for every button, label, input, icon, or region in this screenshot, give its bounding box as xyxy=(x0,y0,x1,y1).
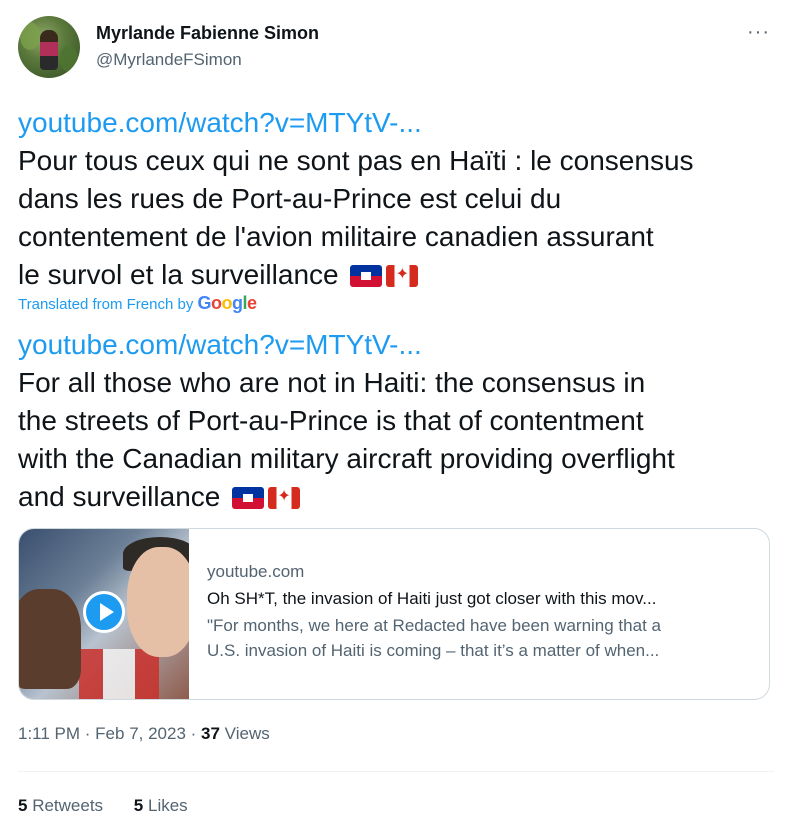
thumbnail-person-right xyxy=(127,547,189,657)
separator: · xyxy=(80,724,96,743)
likes-stat[interactable]: 5 Likes xyxy=(134,796,188,815)
text-line: For all those who are not in Haiti: the … xyxy=(18,367,646,398)
google-logo: Google xyxy=(197,293,258,313)
views-label: Views xyxy=(219,724,270,743)
link-preview-card[interactable]: youtube.com Oh SH*T, the invasion of Hai… xyxy=(18,528,770,700)
text-line: and surveillance xyxy=(18,478,778,516)
more-options-icon[interactable]: ··· xyxy=(747,22,770,42)
thumbnail-flag-wall xyxy=(79,649,159,699)
translated-youtube-link[interactable]: youtube.com/watch?v=MTYtV-... xyxy=(18,326,778,364)
tweet-header: Myrlande Fabienne Simon @MyrlandeFSimon … xyxy=(18,16,774,80)
likes-count: 5 xyxy=(133,796,144,815)
card-title: Oh SH*T, the invasion of Haiti just got … xyxy=(207,589,657,608)
card-description: "For months, we here at Redacted have be… xyxy=(207,613,759,663)
tweet-meta: 1:11 PM · Feb 7, 2023 · 37 Views xyxy=(18,724,270,744)
text-line-end: and surveillance xyxy=(18,481,221,512)
flag-haiti-icon xyxy=(232,487,265,509)
flag-canada-icon xyxy=(386,265,419,287)
card-domain: youtube.com xyxy=(207,562,305,581)
tweet-text-translation: youtube.com/watch?v=MTYtV-... For all th… xyxy=(18,326,778,516)
text-line: Pour tous ceux qui ne sont pas en Haïti … xyxy=(18,145,694,176)
flag-haiti-icon xyxy=(350,265,383,287)
video-thumbnail[interactable] xyxy=(19,529,189,699)
retweets-stat[interactable]: 5 Retweets xyxy=(18,796,103,815)
thumbnail-person-left xyxy=(19,589,81,689)
avatar[interactable] xyxy=(18,16,80,78)
views-count: 37 xyxy=(201,724,220,743)
tweet-date[interactable]: Feb 7, 2023 xyxy=(95,724,186,743)
avatar-foliage xyxy=(60,46,78,72)
separator: · xyxy=(185,724,202,743)
tweet-time[interactable]: 1:11 PM xyxy=(18,724,80,743)
retweets-label: Retweets xyxy=(27,796,104,815)
text-line: dans les rues de Port-au-Prince est celu… xyxy=(18,183,562,214)
author-name[interactable]: Myrlande Fabienne Simon xyxy=(96,23,319,44)
avatar-person xyxy=(40,30,58,70)
text-line: the streets of Port-au-Prince is that of… xyxy=(18,405,644,436)
tweet-text-original: youtube.com/watch?v=MTYtV-... Pour tous … xyxy=(18,104,778,294)
play-icon[interactable] xyxy=(83,591,125,633)
author-handle[interactable]: @MyrlandeFSimon xyxy=(96,50,242,70)
card-description-line: "For months, we here at Redacted have be… xyxy=(207,616,661,635)
text-line: le survol et la surveillance xyxy=(18,256,778,294)
divider xyxy=(18,771,774,772)
original-youtube-link[interactable]: youtube.com/watch?v=MTYtV-... xyxy=(18,104,778,142)
text-line: with the Canadian military aircraft prov… xyxy=(18,443,675,474)
avatar-foliage xyxy=(20,22,40,50)
tweet-stats: 5 Retweets 5 Likes xyxy=(18,796,214,816)
translated-from-french-link[interactable]: Translated from French by Google xyxy=(18,293,257,314)
card-description-line: U.S. invasion of Haiti is coming – that … xyxy=(207,641,660,660)
card-text: youtube.com Oh SH*T, the invasion of Hai… xyxy=(207,561,759,663)
text-line: contentement de l'avion militaire canadi… xyxy=(18,221,654,252)
text-line-end: le survol et la surveillance xyxy=(18,259,339,290)
flag-canada-icon xyxy=(268,487,301,509)
translated-label: Translated from French by xyxy=(18,296,194,313)
likes-label: Likes xyxy=(143,796,188,815)
